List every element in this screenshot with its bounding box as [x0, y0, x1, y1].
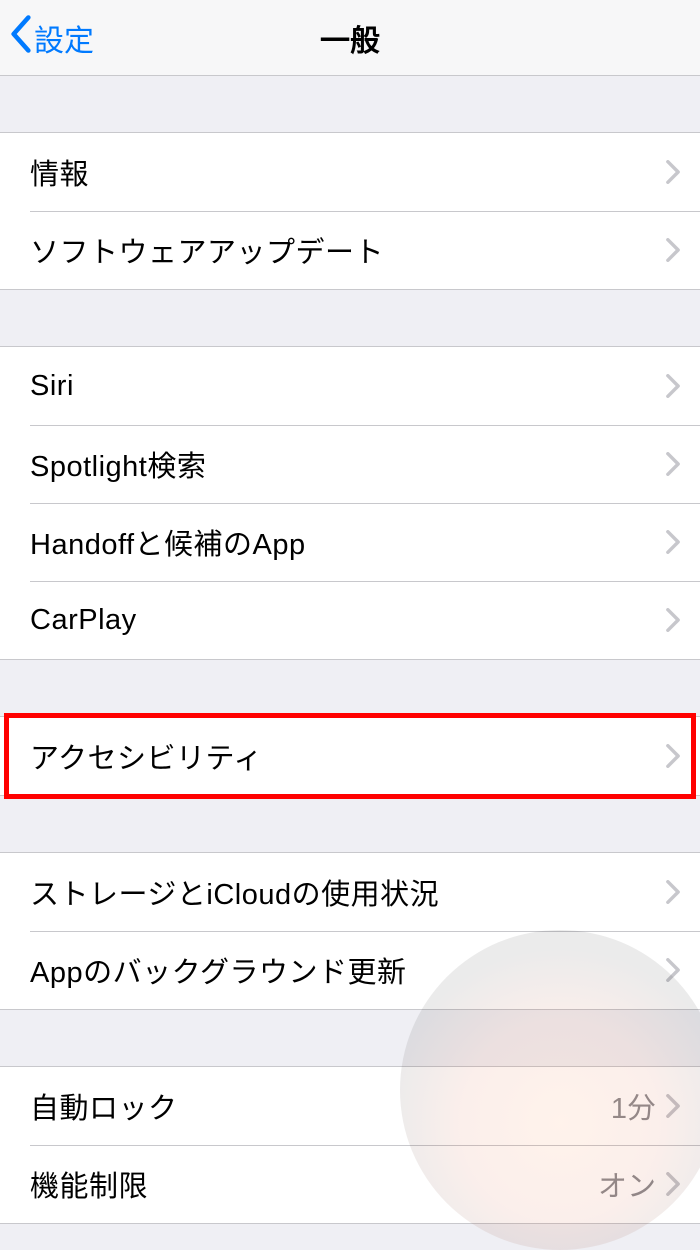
chevron-right-icon: [666, 374, 680, 398]
settings-group: Siri Spotlight検索 Handoffと候補のApp CarPlay: [0, 346, 700, 660]
chevron-right-icon: [666, 1094, 680, 1118]
row-spotlight[interactable]: Spotlight検索: [0, 425, 700, 503]
row-label: 機能制限: [30, 1163, 598, 1205]
row-handoff[interactable]: Handoffと候補のApp: [0, 503, 700, 581]
row-label: 自動ロック: [30, 1085, 611, 1127]
settings-group: 自動ロック 1分 機能制限 オン: [0, 1066, 700, 1224]
chevron-right-icon: [666, 530, 680, 554]
row-label: ソフトウェアアップデート: [30, 229, 666, 271]
row-label: 情報: [30, 151, 666, 193]
chevron-right-icon: [666, 238, 680, 262]
chevron-right-icon: [666, 744, 680, 768]
row-accessibility[interactable]: アクセシビリティ: [0, 717, 700, 795]
row-label: Spotlight検索: [30, 443, 666, 485]
row-label: Appのバックグラウンド更新: [30, 949, 666, 991]
row-value: 1分: [611, 1085, 656, 1127]
row-about[interactable]: 情報: [0, 133, 700, 211]
chevron-right-icon: [666, 452, 680, 476]
row-label: Siri: [30, 370, 666, 403]
chevron-right-icon: [666, 608, 680, 632]
row-value: オン: [598, 1163, 656, 1205]
row-background-refresh[interactable]: Appのバックグラウンド更新: [0, 931, 700, 1009]
chevron-right-icon: [666, 160, 680, 184]
row-label: ストレージとiCloudの使用状況: [30, 871, 666, 913]
chevron-right-icon: [666, 958, 680, 982]
row-siri[interactable]: Siri: [0, 347, 700, 425]
row-label: CarPlay: [30, 604, 666, 637]
chevron-left-icon: [10, 15, 32, 61]
navbar: 設定 一般: [0, 0, 700, 76]
row-storage[interactable]: ストレージとiCloudの使用状況: [0, 853, 700, 931]
settings-group-highlighted: アクセシビリティ: [0, 716, 700, 796]
row-label: Handoffと候補のApp: [30, 521, 666, 563]
back-button[interactable]: 設定: [10, 15, 94, 61]
back-label: 設定: [34, 16, 94, 60]
row-restrictions[interactable]: 機能制限 オン: [0, 1145, 700, 1223]
row-label: アクセシビリティ: [30, 735, 666, 777]
chevron-right-icon: [666, 1172, 680, 1196]
row-auto-lock[interactable]: 自動ロック 1分: [0, 1067, 700, 1145]
page-title: 一般: [320, 16, 380, 60]
row-carplay[interactable]: CarPlay: [0, 581, 700, 659]
settings-group: 情報 ソフトウェアアップデート: [0, 132, 700, 290]
settings-group: ストレージとiCloudの使用状況 Appのバックグラウンド更新: [0, 852, 700, 1010]
row-software-update[interactable]: ソフトウェアアップデート: [0, 211, 700, 289]
chevron-right-icon: [666, 880, 680, 904]
